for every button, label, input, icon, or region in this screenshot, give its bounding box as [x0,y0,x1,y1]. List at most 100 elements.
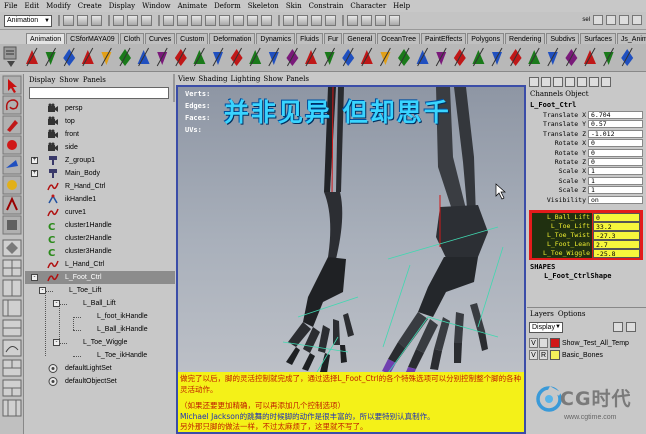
shelf-button-icon-29[interactable] [547,47,559,67]
shape-node-name[interactable]: L_Foot_CtrlShape [530,272,611,281]
shelf-button-icon-33[interactable] [621,47,634,67]
shelf-button-icon-17[interactable] [324,47,336,67]
channel-value-field[interactable]: 6.704 [588,111,643,119]
shelf-button-icon-14[interactable] [268,47,280,67]
shelf-button-icon-12[interactable] [230,47,243,67]
channel-row[interactable]: Rotate Z0 [527,158,646,167]
channel-value-field[interactable]: 0 [588,158,643,166]
four-pane-layout-icon[interactable] [2,259,22,277]
custom-attr-row[interactable]: L_Toe_Wiggle -25.8 [532,249,640,258]
shelf-button-icon-23[interactable] [435,47,447,67]
menu-display[interactable]: Display [109,2,135,10]
menu-edit[interactable]: Edit [24,2,39,10]
shelf-tab-fluids[interactable]: Fluids [296,33,323,44]
channel-row[interactable]: Rotate Y0 [527,148,646,158]
outliner-item[interactable]: Ccluster2Handle [25,232,175,246]
outliner-item[interactable]: top [25,115,175,128]
mask-joints-icon[interactable] [177,15,188,26]
ipr-render-icon[interactable] [375,15,386,26]
layer-visibility-toggle[interactable]: V [529,350,538,360]
layer-row[interactable]: V Show_Test_All_Temp [529,338,644,349]
new-layer-icon[interactable] [613,322,623,332]
channel-value-field[interactable]: -1.012 [588,129,643,138]
menu-file[interactable]: File [4,2,17,10]
snap-plane-icon[interactable] [325,15,336,26]
viewport-canvas[interactable]: Verts:142Edges:322Faces:184UVs:0 并非见异 但却… [176,85,526,434]
snap-grid-icon[interactable] [283,15,294,26]
shelf-button-icon-18[interactable] [342,47,355,67]
shelf-tab-rendering[interactable]: Rendering [505,33,546,44]
shelf-button-icon-26[interactable] [491,47,503,67]
sel-field[interactable] [593,15,603,25]
shelf-button-icon-6[interactable] [119,47,131,67]
shelf-button-icon-32[interactable] [603,47,615,67]
shelf-button-icon-16[interactable] [305,47,317,67]
shelf-tab-subdivs[interactable]: Subdivs [546,33,580,44]
layer-row[interactable]: V R Basic_Bones [529,350,644,361]
shelf-button-icon-19[interactable] [360,47,373,67]
shelf-tab-surfaces[interactable]: Surfaces [580,33,616,44]
hypergraph-layout-icon[interactable] [2,319,22,337]
layer-color-swatch[interactable] [550,338,560,348]
two-pane-layout-icon[interactable] [2,279,22,297]
outliner-item[interactable]: R_Hand_Ctrl [25,180,175,193]
outliner-item[interactable]: + Z_group1 [25,154,175,167]
menu-deform[interactable]: Deform [214,2,241,10]
outliner-item[interactable]: L_Hand_Ctrl [25,258,175,271]
shelf-button-icon-25[interactable] [472,47,485,67]
channel-row[interactable]: Translate X 6.704 [527,111,646,120]
history-icon[interactable] [347,15,358,26]
channelbox-icon[interactable] [529,77,539,87]
shelf-button-icon-28[interactable] [528,47,541,67]
outliner-item[interactable]: persp [25,102,175,115]
persp-outliner-layout-icon[interactable] [2,299,22,317]
select-tool-icon[interactable] [2,75,22,95]
single-pane-layout-icon[interactable] [2,239,22,257]
shelf-options-icon[interactable] [7,61,15,67]
shelf-button-icon-5[interactable] [100,47,112,67]
toggle-tool-settings-icon[interactable] [632,15,642,25]
channel-value-field[interactable]: 0 [588,139,643,148]
manipulator-tool-icon[interactable] [2,195,22,215]
outliner-menu-panels[interactable]: Panels [83,76,106,84]
mask-rendering-icon[interactable] [247,15,258,26]
channel-value-field[interactable]: 0 [588,148,643,157]
layers-menu-layers[interactable]: Layers [530,310,554,318]
mask-curves-icon[interactable] [191,15,202,26]
select-hierarchy-icon[interactable] [113,15,124,26]
custom-attr-row[interactable]: L_Toe_Lift 33.2 [532,222,640,231]
layers-menu-options[interactable]: Options [558,310,586,318]
custom-attr-value-field[interactable]: -25.8 [593,249,640,258]
mask-dynamics-icon[interactable] [233,15,244,26]
outliner-item[interactable]: + Main_Body [25,167,175,180]
shelf-button-icon-13[interactable] [249,47,262,67]
attribute-editor-icon[interactable] [553,77,563,87]
new-layer-selected-icon[interactable] [626,322,636,332]
render-globals-icon[interactable] [389,15,400,26]
layer-mode-dropdown[interactable]: Display ▼ [529,322,563,333]
move-tool-icon[interactable] [2,135,22,155]
lasso-tool-icon[interactable] [2,95,22,115]
shelf-button-icon-8[interactable] [156,47,168,67]
new-scene-icon[interactable] [63,15,74,26]
expand-toggle-icon[interactable]: - [31,274,38,281]
outliner-item[interactable]: L_Toe_ikHandle [25,349,175,362]
shelf-button-icon-1[interactable] [26,47,38,67]
shelf-button-icon-24[interactable] [453,47,466,67]
shelf-button-icon-31[interactable] [584,47,596,67]
paint-select-tool-icon[interactable] [2,115,22,135]
shelf-button-icon-15[interactable] [286,47,299,67]
channel-value-field[interactable]: 1 [588,176,643,185]
menu-create[interactable]: Create [78,2,102,10]
shelf-tab-curves[interactable]: Curves [144,33,176,44]
shelf-button-icon-21[interactable] [398,47,410,67]
custom-layout-icon-1[interactable] [2,359,22,377]
shelf-tab-animation[interactable]: Animation [26,33,66,44]
layer-display-type-toggle[interactable] [539,338,548,348]
channel-row[interactable]: Scale Y1 [527,176,646,186]
channel-value-field[interactable]: 0.57 [588,120,643,129]
mask-deformers-icon[interactable] [219,15,230,26]
viewport-menu-view[interactable]: View [178,75,195,83]
channel-row[interactable]: Visibility on [527,195,646,205]
outliner-item[interactable]: Ccluster3Handle [25,245,175,259]
